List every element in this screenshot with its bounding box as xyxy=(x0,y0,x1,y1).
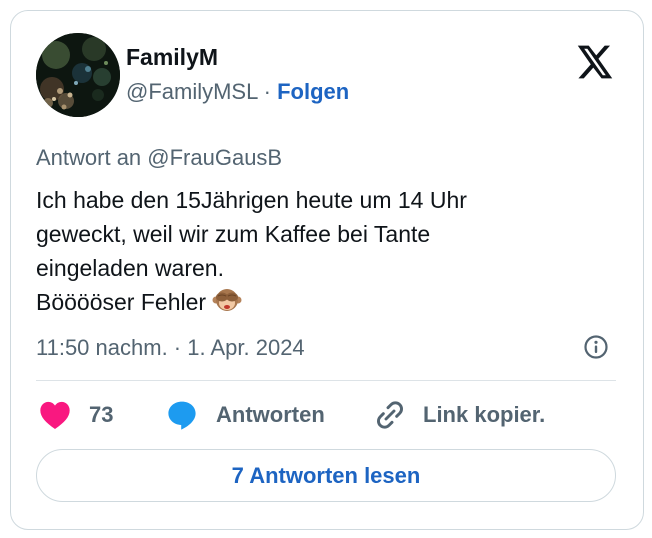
author-handle-row: @FamilyMSL · Folgen xyxy=(126,79,349,105)
reply-label: Antworten xyxy=(216,402,325,427)
tweet-card: FamilyM @FamilyMSL · Folgen Antwort an @… xyxy=(10,10,644,530)
heart-icon xyxy=(40,401,70,429)
info-icon[interactable] xyxy=(583,334,609,360)
tweet-line: eingeladen waren. xyxy=(36,255,224,281)
read-replies-button[interactable]: 7 Antworten lesen xyxy=(36,449,616,502)
author-handle[interactable]: @FamilyMSL xyxy=(126,79,258,104)
copy-link-label: Link kopier. xyxy=(423,402,546,427)
like-count: 73 xyxy=(89,402,114,427)
like-button[interactable]: 73 xyxy=(39,399,113,431)
avatar[interactable] xyxy=(36,33,120,117)
copy-link-button[interactable]: Link kopier. xyxy=(374,399,545,431)
follow-button[interactable]: Folgen xyxy=(277,79,349,104)
tweet-line-with-emoji: Bööööser Fehler xyxy=(36,285,616,324)
see-no-evil-monkey-icon xyxy=(212,285,242,324)
x-logo-icon[interactable] xyxy=(576,44,614,80)
reply-to-label[interactable]: Antwort an @FrauGausB xyxy=(36,145,282,171)
speech-bubble-icon xyxy=(168,401,196,430)
tweet-line: Bööööser Fehler xyxy=(36,289,207,315)
reply-button[interactable]: Antworten xyxy=(166,399,325,431)
link-icon xyxy=(377,401,403,429)
author-name[interactable]: FamilyM xyxy=(126,44,218,71)
divider xyxy=(36,380,616,381)
tweet-timestamp[interactable]: 11:50 nachm. · 1. Apr. 2024 xyxy=(36,335,305,361)
tweet-line: Ich habe den 15Jährigen heute um 14 Uhr xyxy=(36,187,467,213)
handle-separator: · xyxy=(263,79,271,104)
tweet-text: Ich habe den 15Jährigen heute um 14 Uhr … xyxy=(36,183,616,324)
tweet-line: geweckt, weil wir zum Kaffee bei Tante xyxy=(36,221,431,247)
